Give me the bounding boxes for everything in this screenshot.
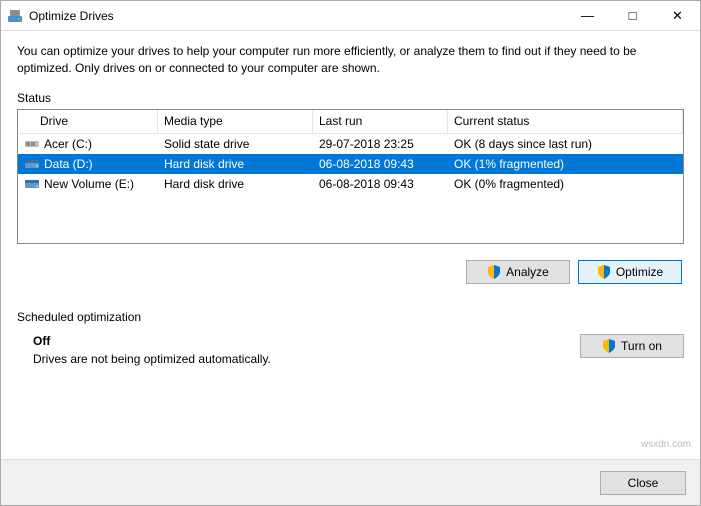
close-button[interactable]: ✕ [655,1,700,30]
cell-drive: New Volume (E:) [18,176,158,192]
turn-on-label: Turn on [621,339,662,353]
table-row[interactable]: Acer (C:) Solid state drive29-07-2018 23:… [18,134,683,154]
cell-last-run: 06-08-2018 09:43 [313,177,448,191]
turn-on-button[interactable]: Turn on [580,334,684,358]
column-header-drive[interactable]: Drive [18,110,158,133]
scheduled-text: Off Drives are not being optimized autom… [17,334,271,366]
cell-drive: Data (D:) [18,156,158,172]
cell-drive: Acer (C:) [18,136,158,152]
watermark: wsxdn.com [641,439,691,450]
shield-icon [602,339,616,353]
shield-icon [597,265,611,279]
analyze-label: Analyze [506,265,549,279]
hdd-icon [24,156,40,172]
window-title: Optimize Drives [29,9,565,23]
cell-last-run: 29-07-2018 23:25 [313,137,448,151]
column-header-last[interactable]: Last run [313,110,448,133]
cell-media: Hard disk drive [158,177,313,191]
cell-status: OK (8 days since last run) [448,137,683,151]
ssd-icon [24,136,40,152]
titlebar: Optimize Drives — □ ✕ [1,1,700,31]
action-buttons: Analyze Optimize [17,260,684,284]
table-row[interactable]: New Volume (E:) Hard disk drive06-08-2018… [18,174,683,194]
hdd-icon [24,176,40,192]
scheduled-description: Drives are not being optimized automatic… [33,352,271,366]
scheduled-section: Scheduled optimization Off Drives are no… [17,310,684,366]
window-controls: — □ ✕ [565,1,700,30]
drive-list-header: Drive Media type Last run Current status [18,110,683,134]
status-label: Status [17,91,684,105]
footer: Close [1,459,700,505]
cell-status: OK (1% fragmented) [448,157,683,171]
description-text: You can optimize your drives to help you… [17,43,684,77]
column-header-media[interactable]: Media type [158,110,313,133]
cell-media: Solid state drive [158,137,313,151]
drive-name: New Volume (E:) [44,177,134,191]
minimize-button[interactable]: — [565,1,610,30]
maximize-button[interactable]: □ [610,1,655,30]
app-icon [7,8,23,24]
scheduled-label: Scheduled optimization [17,310,684,324]
optimize-drives-window: Optimize Drives — □ ✕ You can optimize y… [0,0,701,506]
close-label: Close [628,476,659,490]
optimize-button[interactable]: Optimize [578,260,682,284]
content-area: You can optimize your drives to help you… [1,31,700,459]
footer-close-button[interactable]: Close [600,471,686,495]
table-row[interactable]: Data (D:) Hard disk drive06-08-2018 09:43… [18,154,683,174]
drive-list: Drive Media type Last run Current status… [17,109,684,244]
shield-icon [487,265,501,279]
cell-status: OK (0% fragmented) [448,177,683,191]
column-header-status[interactable]: Current status [448,110,683,133]
scheduled-state: Off [33,334,271,348]
optimize-label: Optimize [616,265,663,279]
analyze-button[interactable]: Analyze [466,260,570,284]
drive-name: Acer (C:) [44,137,92,151]
cell-media: Hard disk drive [158,157,313,171]
cell-last-run: 06-08-2018 09:43 [313,157,448,171]
drive-name: Data (D:) [44,157,93,171]
drive-rows: Acer (C:) Solid state drive29-07-2018 23:… [18,134,683,194]
